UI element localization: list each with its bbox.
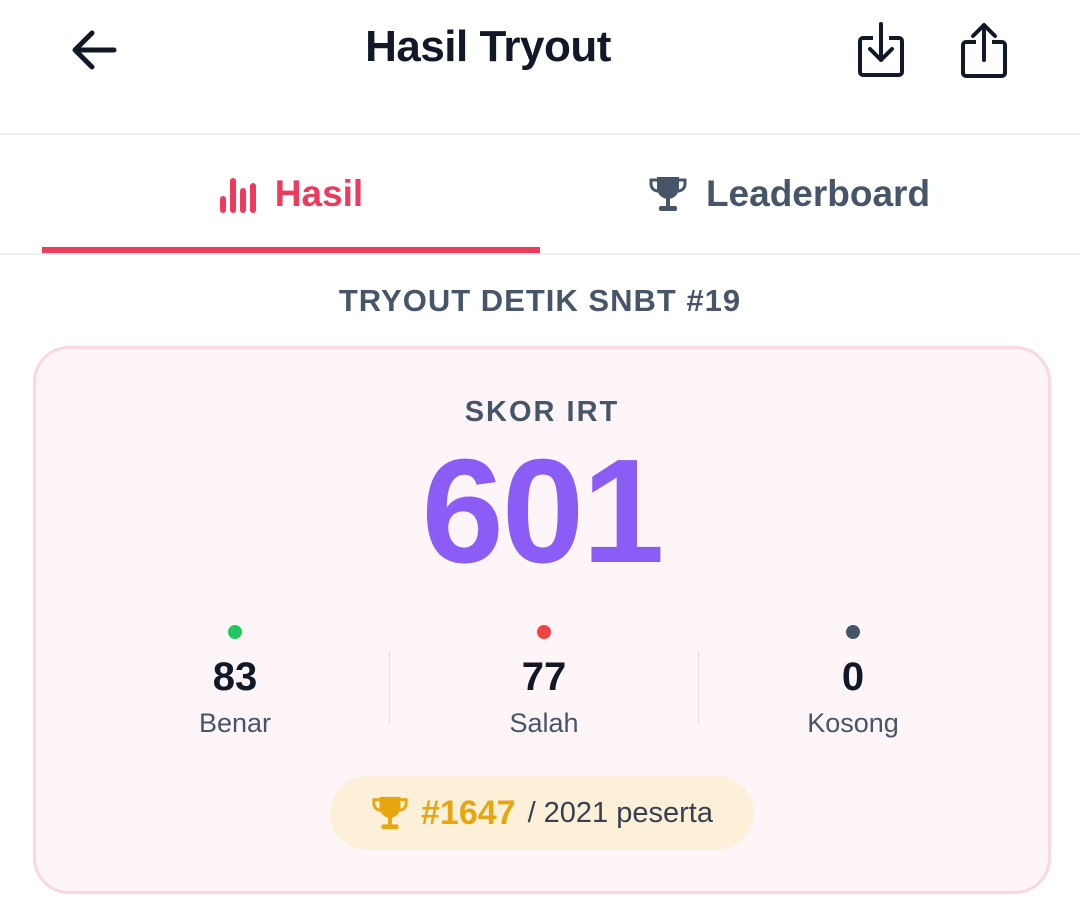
download-button[interactable] <box>852 18 910 82</box>
bar-chart-icon <box>219 178 256 213</box>
answer-stats: 83 Benar 77 Salah 0 Kosong <box>81 621 1007 751</box>
stat-value: 0 <box>841 655 865 699</box>
stat-salah: 77 Salah <box>390 621 698 751</box>
stat-benar: 83 Benar <box>81 621 389 751</box>
tryout-name: TRYOUT DETIK SNBT #19 <box>338 283 742 318</box>
app-header: Hasil Tryout <box>0 0 1080 135</box>
trophy-icon <box>649 177 687 211</box>
stat-value: 83 <box>212 655 258 699</box>
rank-badge: #1647 / 2021 peserta <box>330 776 754 850</box>
tab-leaderboard[interactable]: Leaderboard <box>540 135 1038 253</box>
tab-label: Hasil <box>274 173 364 214</box>
stat-label: Kosong <box>807 708 899 738</box>
tab-hasil[interactable]: Hasil <box>42 135 540 253</box>
stat-label: Salah <box>509 708 579 738</box>
download-icon <box>858 22 904 77</box>
share-button[interactable] <box>955 18 1013 82</box>
tab-bar: Hasil Leaderboard <box>0 135 1080 255</box>
status-dot <box>846 625 860 639</box>
share-icon <box>961 23 1007 78</box>
rank-position: #1647 <box>421 793 516 832</box>
score-value: 601 <box>421 429 665 594</box>
status-dot <box>537 625 551 639</box>
score-card: SKOR IRT 601 83 Benar 77 Salah 0 Kosong … <box>33 346 1051 894</box>
stat-label: Benar <box>198 708 272 738</box>
stat-kosong: 0 Kosong <box>699 621 1007 751</box>
rank-total: / 2021 peserta <box>527 796 713 829</box>
status-dot <box>228 625 242 639</box>
stat-value: 77 <box>521 655 567 699</box>
trophy-icon <box>372 796 408 830</box>
tab-label: Leaderboard <box>705 173 931 214</box>
active-tab-indicator <box>42 247 540 253</box>
score-label: SKOR IRT <box>464 396 620 428</box>
page-title: Hasil Tryout <box>365 22 611 71</box>
